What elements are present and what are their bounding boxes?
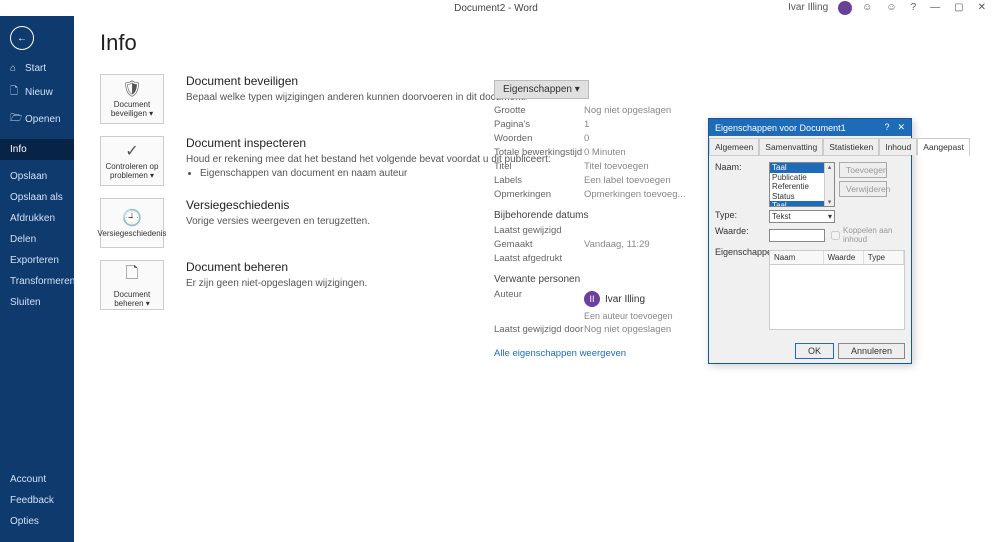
tab-algemeen[interactable]: Algemeen	[709, 138, 759, 155]
ok-button[interactable]: OK	[795, 343, 834, 359]
titlebar: Document2 - Word Ivar Illing II ☺ ☺ ? — …	[0, 0, 992, 16]
sidebar-item-afdrukken[interactable]: Afdrukken	[0, 208, 74, 229]
content-area: Info 🛡Documentbeveiligen ▾Document bevei…	[74, 16, 992, 542]
tile-2[interactable]: 🕘Versiegeschiedenis	[100, 198, 164, 248]
tab-inhoud[interactable]: Inhoud	[879, 138, 917, 155]
dialog-close-icon[interactable]: ✕	[897, 122, 905, 133]
sidebar: ← ⌂Start🗋Nieuw🗁Openen Info OpslaanOpslaa…	[0, 16, 74, 542]
user-name[interactable]: Ivar Illing	[784, 0, 832, 15]
sidebar-item-start[interactable]: ⌂Start	[0, 58, 74, 79]
window-title: Document2 - Word	[454, 3, 538, 14]
help-icon[interactable]: ?	[907, 0, 921, 15]
tab-samenvatting[interactable]: Samenvatting	[759, 138, 823, 155]
close-icon[interactable]: ✕	[974, 0, 990, 15]
sidebar-item-opslaan-als[interactable]: Opslaan als	[0, 187, 74, 208]
add-author-link[interactable]: Een auteur toevoegen	[584, 311, 673, 321]
minimize-icon[interactable]: —	[926, 0, 944, 15]
sidebar-item-sluiten[interactable]: Sluiten	[0, 292, 74, 313]
sidebar-item-openen[interactable]: 🗁Openen	[0, 106, 74, 133]
author-avatar: II	[584, 291, 600, 307]
sidebar-item-account[interactable]: Account	[0, 469, 74, 490]
link-checkbox	[831, 231, 840, 240]
page-title: Info	[100, 30, 966, 56]
sidebar-item-exporteren[interactable]: Exporteren	[0, 250, 74, 271]
tile-0[interactable]: 🛡Documentbeveiligen ▾	[100, 74, 164, 124]
cancel-button[interactable]: Annuleren	[838, 343, 905, 359]
tile-3[interactable]: 🗋Documentbeheren ▾	[100, 260, 164, 310]
tab-statistieken[interactable]: Statistieken	[823, 138, 879, 155]
all-properties-link[interactable]: Alle eigenschappen weergeven	[494, 348, 626, 359]
name-listbox[interactable]: TaalPublicatieReferentieStatusTaalTelefo…	[769, 162, 835, 207]
tab-aangepast[interactable]: Aangepast	[917, 138, 970, 156]
avatar[interactable]: II	[838, 1, 852, 15]
dates-heading: Bijbehorende datums	[494, 210, 694, 221]
type-select[interactable]: Tekst▾	[769, 210, 835, 223]
properties-dialog: Eigenschappen voor Document1 ? ✕ Algemee…	[708, 118, 912, 364]
tile-1[interactable]: ✓Controleren opproblemen ▾	[100, 136, 164, 186]
maximize-icon[interactable]: ▢	[950, 0, 967, 15]
delete-button[interactable]: Verwijderen	[839, 181, 887, 197]
sidebar-item-transformeren[interactable]: Transformeren	[0, 271, 74, 292]
dialog-titlebar: Eigenschappen voor Document1 ? ✕	[709, 119, 911, 136]
properties-table: NaamWaardeType	[769, 250, 905, 330]
sidebar-item-feedback[interactable]: Feedback	[0, 490, 74, 511]
value-input[interactable]	[769, 229, 825, 242]
author-row[interactable]: II Ivar Illing	[584, 291, 673, 307]
back-button[interactable]: ←	[10, 26, 34, 50]
face-icon[interactable]: ☺	[858, 0, 876, 15]
dialog-help-icon[interactable]: ?	[884, 122, 889, 133]
properties-dropdown[interactable]: Eigenschappen ▾	[494, 80, 589, 99]
sidebar-item-delen[interactable]: Delen	[0, 229, 74, 250]
properties-panel: Eigenschappen ▾ GrootteNog niet opgeslag…	[494, 80, 694, 359]
sidebar-item-opslaan[interactable]: Opslaan	[0, 166, 74, 187]
face-icon-2[interactable]: ☺	[882, 0, 900, 15]
sidebar-item-nieuw[interactable]: 🗋Nieuw	[0, 79, 74, 106]
sidebar-item-opties[interactable]: Opties	[0, 511, 74, 532]
sidebar-item-info[interactable]: Info	[0, 139, 74, 160]
add-button[interactable]: Toevoegen	[839, 162, 887, 178]
people-heading: Verwante personen	[494, 274, 694, 285]
